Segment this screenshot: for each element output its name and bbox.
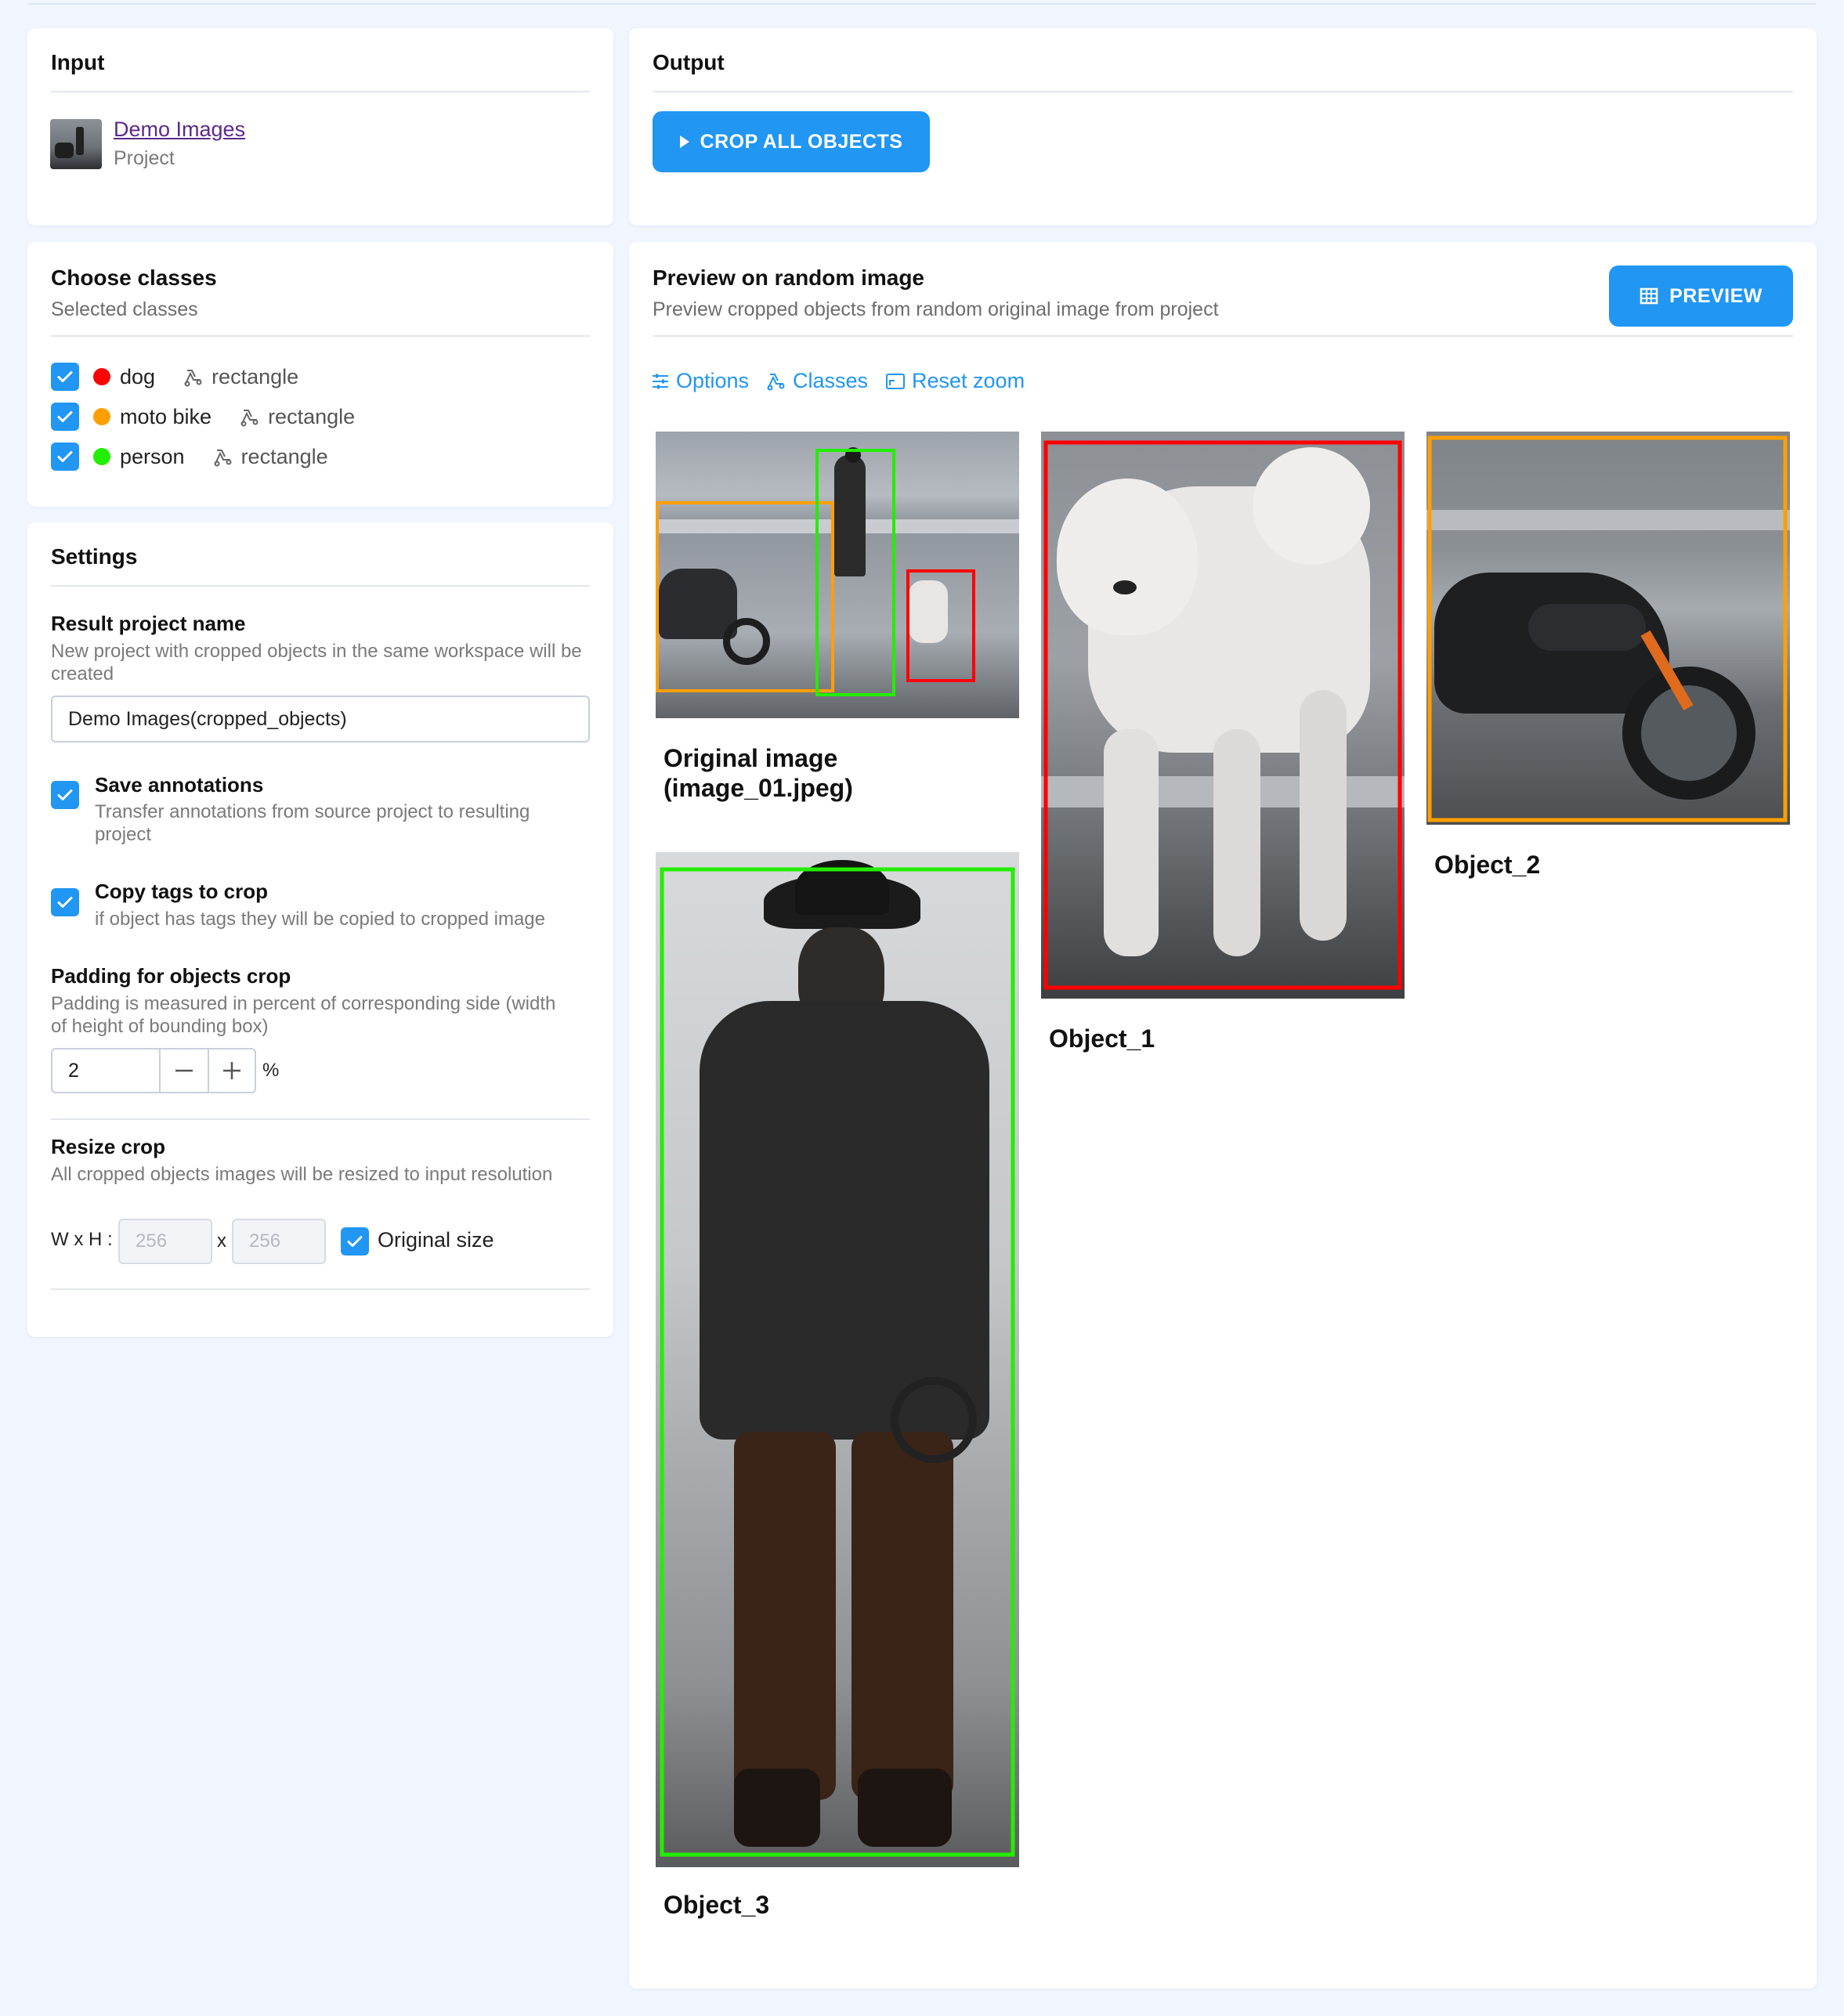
preview-card: Preview on random image Preview cropped … [629,242,1817,1989]
classes-label: Classes [793,369,869,392]
padding-value[interactable]: 2 [68,1050,79,1092]
classes-card: Choose classes Selected classes dog rect… [27,242,613,507]
input-title: Input [51,50,105,74]
divider [51,335,590,337]
class-shape-label: rectangle [268,404,356,428]
reset-zoom-link[interactable]: Reset zoom [885,369,1025,393]
copy-tags-title: Copy tags to crop [95,880,269,903]
preview-button-label: PREVIEW [1669,284,1763,307]
copy-tags-checkbox[interactable] [51,888,79,916]
object-2-image[interactable] [1426,432,1790,825]
caption-line-2: (image_01.jpeg) [663,774,853,802]
annotation-overlay [660,867,1015,1857]
reset-zoom-label: Reset zoom [912,369,1025,392]
output-title: Output [653,50,725,74]
resize-description: All cropped objects images will be resiz… [51,1164,553,1185]
save-annotations-title: Save annotations [95,773,264,797]
annotation-overlay [656,449,975,696]
grid-icon [1640,287,1658,305]
original-image-caption: Original image (image_01.jpeg) [663,743,853,803]
preview-subtitle: Preview cropped objects from random orig… [653,298,1219,320]
wh-label: W x H : [51,1229,113,1250]
increment-button[interactable] [208,1050,255,1092]
save-annotations-checkbox[interactable] [51,781,79,809]
play-icon [679,135,689,148]
original-size-label: Original size [378,1228,494,1252]
object-1-image[interactable] [1041,432,1405,999]
class-name: person [120,444,185,468]
divider [51,1118,590,1120]
options-label: Options [676,369,750,392]
rectangle-shape-icon [240,405,260,429]
classes-subtitle: Selected classes [51,298,198,320]
sliders-icon [653,374,668,388]
input-card: Input Demo Images Project [27,28,613,226]
class-shape-label: rectangle [212,364,299,388]
class-name: moto bike [120,404,212,428]
class-row-dog[interactable]: dog rectangle [51,361,298,392]
object-3-caption: Object_3 [663,1891,770,1919]
divider [51,1288,590,1290]
options-link[interactable]: Options [651,369,749,393]
minus-icon [175,1069,193,1072]
checkbox-checked-icon[interactable] [51,443,79,471]
classes-title: Choose classes [51,266,217,290]
class-color-dot [93,448,110,465]
class-row-person[interactable]: person rectangle [51,441,328,472]
object-1-caption: Object_1 [1049,1024,1155,1053]
project-thumbnail [50,119,102,169]
preview-title: Preview on random image [653,266,924,290]
result-name-description: New project with cropped objects in the … [51,641,582,685]
padding-unit: % [262,1060,280,1081]
shapes-icon [767,373,785,390]
caption-line-1: Original image [663,744,838,772]
project-link[interactable]: Demo Images [114,117,245,142]
object-3-image[interactable] [656,852,1019,1867]
copy-tags-description: if object has tags they will be copied t… [95,909,546,930]
zoom-reset-icon [886,373,905,389]
padding-title: Padding for objects crop [51,964,291,988]
preview-button[interactable]: PREVIEW [1609,266,1793,327]
settings-card: Settings Result project name New project… [27,522,613,1337]
crop-all-objects-button[interactable]: CROP ALL OBJECTS [653,111,930,172]
class-name: dog [120,364,156,388]
object-2-caption: Object_2 [1434,851,1541,879]
decrement-button[interactable] [159,1050,208,1092]
class-color-dot [93,408,110,425]
padding-stepper[interactable]: 2 [51,1048,256,1093]
class-row-moto-bike[interactable]: moto bike rectangle [51,401,355,432]
resize-title: Resize crop [51,1135,165,1158]
class-color-dot [93,368,110,385]
result-project-name-input[interactable]: Demo Images(cropped_objects) [51,695,590,742]
padding-description: Padding is measured in percent of corres… [51,993,556,1037]
rectangle-shape-icon [183,365,204,389]
settings-title: Settings [51,544,138,569]
divider [51,91,590,92]
checkbox-checked-icon[interactable] [51,403,79,431]
checkbox-checked-icon[interactable] [51,363,79,391]
result-name-title: Result project name [51,612,246,635]
height-input[interactable]: 256 [232,1219,326,1264]
original-size-checkbox[interactable] [341,1227,369,1255]
divider [653,335,1793,337]
project-type-label: Project [114,147,175,169]
output-card: Output CROP ALL OBJECTS [629,28,1817,226]
rectangle-shape-icon [213,445,233,469]
annotation-overlay [1427,435,1788,822]
original-image[interactable] [656,432,1019,718]
width-input[interactable]: 256 [118,1219,212,1264]
plus-icon [223,1062,240,1079]
class-shape-label: rectangle [240,444,328,468]
crop-button-label: CROP ALL OBJECTS [700,130,903,153]
divider [51,585,590,587]
divider [653,91,1793,92]
annotation-overlay [1043,440,1402,990]
classes-link[interactable]: Classes [766,369,868,393]
top-divider [28,3,1816,5]
save-annotations-description: Transfer annotations from source project… [95,801,530,845]
x-label: x [217,1230,226,1252]
